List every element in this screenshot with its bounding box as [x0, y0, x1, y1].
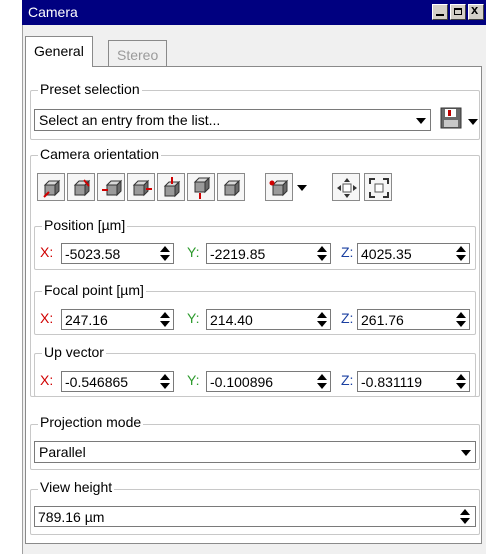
move-arrows-icon[interactable]: [332, 173, 360, 201]
chevron-down-icon[interactable]: [412, 111, 429, 129]
chevron-down-icon[interactable]: [457, 443, 474, 461]
focal-z-input[interactable]: 261.76: [357, 309, 470, 330]
focal-x-input[interactable]: 247.16: [61, 309, 174, 330]
close-icon[interactable]: [468, 2, 484, 20]
position-x-label: X:: [40, 244, 54, 260]
up-vector-label: Up vector: [42, 344, 106, 360]
view-height-label: View height: [38, 479, 115, 495]
view-menu-dropdown-icon[interactable]: [296, 173, 308, 201]
up-z-label: Z:: [341, 372, 354, 388]
view-height-input[interactable]: 789.16 µm: [34, 506, 476, 527]
up-x-spinner-icon[interactable]: [159, 373, 171, 390]
maximize-icon[interactable]: [450, 4, 466, 20]
preset-dropdown-arrow-icon[interactable]: [467, 107, 479, 135]
cube-view-2-icon[interactable]: [67, 173, 95, 201]
cube-view-6-icon[interactable]: [187, 173, 215, 201]
fit-view-icon[interactable]: [364, 173, 392, 201]
up-z-spinner-icon[interactable]: [455, 373, 467, 390]
preset-combo[interactable]: Select an entry from the list...: [34, 109, 431, 131]
focal-x-label: X:: [40, 310, 54, 326]
position-z-input[interactable]: 4025.35: [357, 243, 470, 264]
focal-y-spinner-icon[interactable]: [316, 311, 328, 328]
cube-view-1-icon[interactable]: [37, 173, 65, 201]
focal-point-label: Focal point [µm]: [42, 282, 146, 298]
cube-view-4-icon[interactable]: [127, 173, 155, 201]
up-y-label: Y:: [187, 372, 200, 388]
up-y-input[interactable]: -0.100896: [206, 371, 331, 392]
camera-orientation-label: Camera orientation: [38, 146, 162, 162]
cube-view-3-icon[interactable]: [97, 173, 125, 201]
tab-general[interactable]: General: [25, 36, 93, 67]
projection-mode-combo[interactable]: Parallel: [34, 441, 476, 463]
position-y-spinner-icon[interactable]: [316, 245, 328, 262]
tab-stereo[interactable]: Stereo: [108, 40, 168, 67]
focal-z-spinner-icon[interactable]: [455, 311, 467, 328]
focal-z-label: Z:: [341, 310, 354, 326]
up-x-label: X:: [40, 372, 54, 388]
position-z-label: Z:: [341, 244, 354, 260]
position-y-input[interactable]: -2219.85: [206, 243, 331, 264]
position-label: Position [µm]: [42, 217, 128, 233]
title-bar[interactable]: Camera: [22, 0, 486, 25]
preset-selection-label: Preset selection: [38, 81, 142, 97]
cube-view-7-icon[interactable]: [217, 173, 245, 201]
position-x-input[interactable]: -5023.58: [61, 243, 174, 264]
view-height-spinner-icon[interactable]: [459, 508, 471, 525]
up-x-input[interactable]: -0.546865: [61, 371, 174, 392]
focal-x-spinner-icon[interactable]: [159, 311, 171, 328]
position-z-spinner-icon[interactable]: [455, 245, 467, 262]
floppy-save-icon[interactable]: [440, 107, 466, 133]
minimize-icon[interactable]: [432, 4, 448, 20]
cube-view-menu-icon[interactable]: [265, 173, 293, 201]
projection-mode-label: Projection mode: [38, 414, 144, 430]
cube-view-5-icon[interactable]: [157, 173, 185, 201]
position-y-label: Y:: [187, 244, 200, 260]
position-x-spinner-icon[interactable]: [159, 245, 171, 262]
up-z-input[interactable]: -0.831119: [357, 371, 470, 392]
up-y-spinner-icon[interactable]: [316, 373, 328, 390]
focal-y-input[interactable]: 214.40: [206, 309, 331, 330]
focal-y-label: Y:: [187, 310, 200, 326]
window-title: Camera: [28, 4, 78, 20]
